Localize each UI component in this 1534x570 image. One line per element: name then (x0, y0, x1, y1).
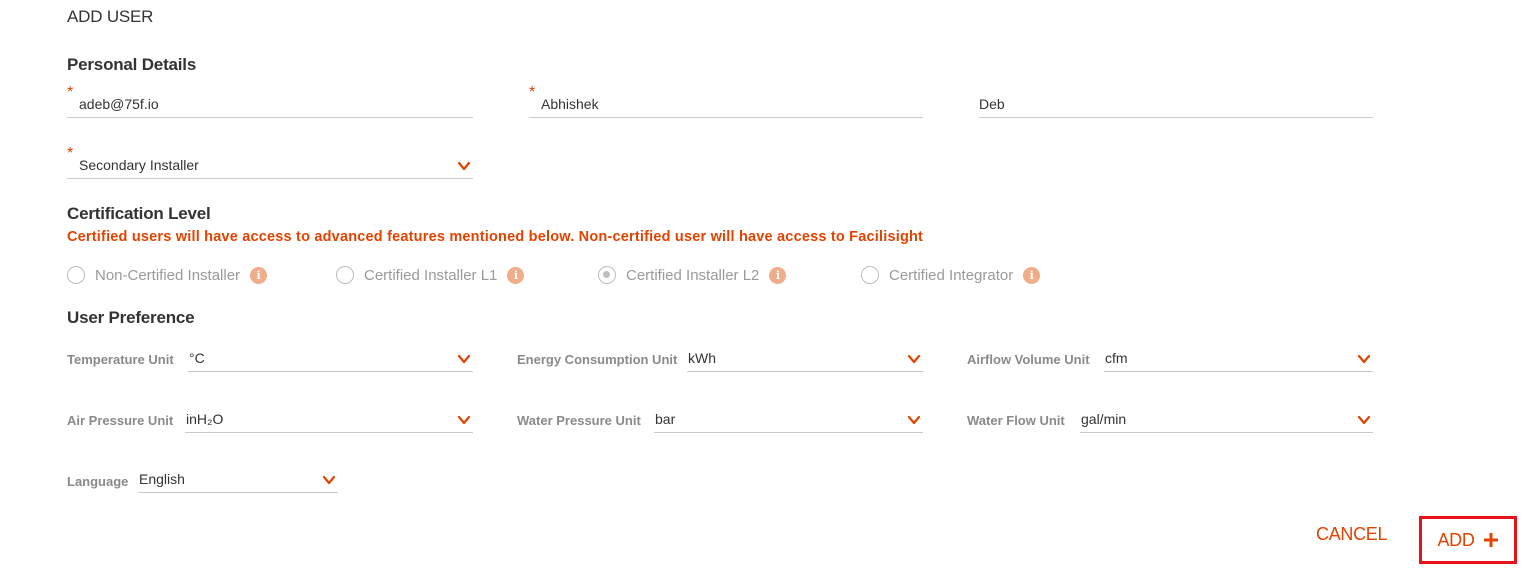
water-flow-unit-select[interactable]: gal/min (1080, 405, 1373, 433)
temperature-unit-label: Temperature Unit (67, 352, 174, 367)
radio-label: Certified Integrator (889, 266, 1014, 284)
add-button[interactable]: ADD (1419, 516, 1517, 564)
last-name-value: Deb (979, 96, 1005, 112)
temperature-unit-select[interactable]: °C (188, 344, 473, 372)
email-value: adeb@75f.io (79, 96, 159, 112)
info-icon[interactable]: i (250, 266, 268, 284)
water-pressure-unit-select[interactable]: bar (654, 405, 923, 433)
radio-circle[interactable] (336, 266, 354, 284)
radio-circle[interactable] (67, 266, 85, 284)
energy-consumption-unit: Energy Consumption Unit kWh (517, 344, 923, 372)
info-icon[interactable]: i (1023, 266, 1041, 284)
energy-consumption-unit-label: Energy Consumption Unit (517, 352, 678, 367)
first-name-field[interactable]: * Abhishek (529, 84, 923, 118)
radio-certified-installer-l1[interactable]: Certified Installer L1 i (336, 265, 525, 285)
plus-icon (1483, 533, 1498, 547)
water-flow-unit-label: Water Flow Unit (967, 413, 1065, 428)
role-value: Secondary Installer (79, 157, 199, 173)
language-select[interactable]: English (138, 465, 338, 493)
page-title: ADD USER (67, 7, 154, 26)
add-button-label: ADD (1437, 529, 1475, 550)
water-pressure-unit-label: Water Pressure Unit (517, 413, 641, 428)
chevron-down-icon[interactable] (1357, 413, 1371, 427)
airflow-volume-unit-select[interactable]: cfm (1104, 344, 1373, 372)
chevron-down-icon[interactable] (907, 352, 921, 366)
language-value: English (139, 471, 185, 487)
air-pressure-unit-value: inH₂O (186, 411, 224, 427)
air-pressure-unit-select[interactable]: inH₂O (185, 405, 473, 433)
chevron-down-icon[interactable] (1357, 352, 1371, 366)
radio-label: Certified Installer L2 (626, 266, 760, 284)
chevron-down-icon[interactable] (457, 413, 471, 427)
temperature-unit-value: °C (189, 350, 205, 366)
cancel-button[interactable]: CANCEL (1316, 524, 1388, 545)
radio-non-certified-installer[interactable]: Non-Certified Installer i (67, 265, 268, 285)
radio-certified-integrator[interactable]: Certified Integrator i (861, 265, 1041, 285)
radio-label: Certified Installer L1 (364, 266, 498, 284)
water-pressure-unit: Water Pressure Unit bar (517, 405, 923, 433)
role-select[interactable]: * Secondary Installer (67, 145, 473, 179)
chevron-down-icon[interactable] (322, 473, 336, 487)
info-icon[interactable]: i (507, 266, 525, 284)
user-preference-heading: User Preference (67, 308, 195, 327)
energy-consumption-unit-select[interactable]: kWh (687, 344, 923, 372)
water-pressure-unit-value: bar (655, 411, 676, 427)
radio-circle[interactable] (598, 266, 616, 284)
water-flow-unit-value: gal/min (1081, 411, 1127, 427)
water-flow-unit: Water Flow Unit gal/min (967, 405, 1373, 433)
radio-label: Non-Certified Installer (95, 266, 241, 284)
airflow-volume-unit: Airflow Volume Unit cfm (967, 344, 1373, 372)
personal-details-heading: Personal Details (67, 55, 197, 74)
airflow-volume-unit-value: cfm (1105, 350, 1128, 366)
info-icon[interactable]: i (769, 266, 787, 284)
radio-circle[interactable] (861, 266, 879, 284)
airflow-volume-unit-label: Airflow Volume Unit (967, 352, 1090, 367)
temperature-unit: Temperature Unit °C (67, 344, 473, 372)
email-field[interactable]: * adeb@75f.io (67, 84, 473, 118)
air-pressure-unit-label: Air Pressure Unit (67, 413, 174, 428)
certification-heading: Certification Level (67, 204, 211, 223)
last-name-field[interactable]: Deb (979, 90, 1373, 118)
required-marker: * (67, 145, 74, 162)
certification-note: Certified users will have access to adva… (67, 229, 924, 245)
required-marker: * (529, 84, 536, 101)
required-marker: * (67, 84, 74, 101)
chevron-down-icon[interactable] (457, 352, 471, 366)
air-pressure-unit: Air Pressure Unit inH₂O (67, 405, 473, 433)
chevron-down-icon[interactable] (907, 413, 921, 427)
first-name-value: Abhishek (541, 96, 599, 112)
chevron-down-icon[interactable] (457, 159, 471, 173)
language: Language English (67, 465, 338, 493)
language-label: Language (67, 474, 129, 489)
radio-certified-installer-l2[interactable]: Certified Installer L2 i (598, 265, 787, 285)
energy-consumption-unit-value: kWh (688, 350, 716, 366)
